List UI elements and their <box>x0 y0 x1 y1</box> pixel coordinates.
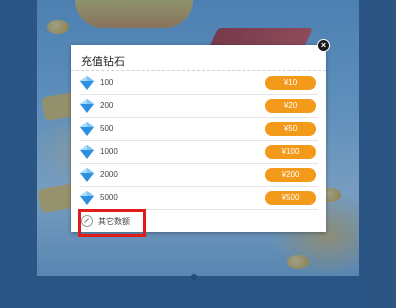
diamond-amount: 100 <box>100 78 114 87</box>
recharge-option[interactable]: 200 ¥20 <box>79 95 318 118</box>
diamond-icon <box>80 191 94 205</box>
diamond-icon <box>80 145 94 159</box>
price-button[interactable]: ¥50 <box>265 122 316 136</box>
price-button[interactable]: ¥100 <box>265 145 316 159</box>
price-button[interactable]: ¥20 <box>265 99 316 113</box>
diamond-amount: 2000 <box>100 170 118 179</box>
close-icon[interactable]: × <box>317 39 330 52</box>
recharge-option[interactable]: 100 ¥10 <box>79 72 318 95</box>
diamond-amount: 5000 <box>100 193 118 202</box>
recharge-list: 100 ¥10 200 ¥20 500 ¥50 1000 ¥100 2000 ¥… <box>79 72 318 210</box>
price-button[interactable]: ¥200 <box>265 168 316 182</box>
diamond-icon <box>80 76 94 90</box>
title-divider <box>71 70 326 71</box>
diamond-icon <box>80 99 94 113</box>
diamond-amount: 1000 <box>100 147 118 156</box>
price-button[interactable]: ¥500 <box>265 191 316 205</box>
recharge-option[interactable]: 500 ¥50 <box>79 118 318 141</box>
highlight-annotation <box>78 209 146 237</box>
recharge-option[interactable]: 5000 ¥500 <box>79 187 318 210</box>
price-button[interactable]: ¥10 <box>265 76 316 90</box>
diamond-amount: 200 <box>100 101 114 110</box>
diamond-amount: 500 <box>100 124 114 133</box>
diamond-icon <box>80 122 94 136</box>
page-indicator-dot <box>191 274 197 280</box>
recharge-option[interactable]: 2000 ¥200 <box>79 164 318 187</box>
diamond-icon <box>80 168 94 182</box>
recharge-option[interactable]: 1000 ¥100 <box>79 141 318 164</box>
dialog-title: 充值钻石 <box>81 56 125 68</box>
recharge-dialog: 充值钻石 × 100 ¥10 200 ¥20 500 ¥50 1000 ¥100… <box>71 39 330 232</box>
